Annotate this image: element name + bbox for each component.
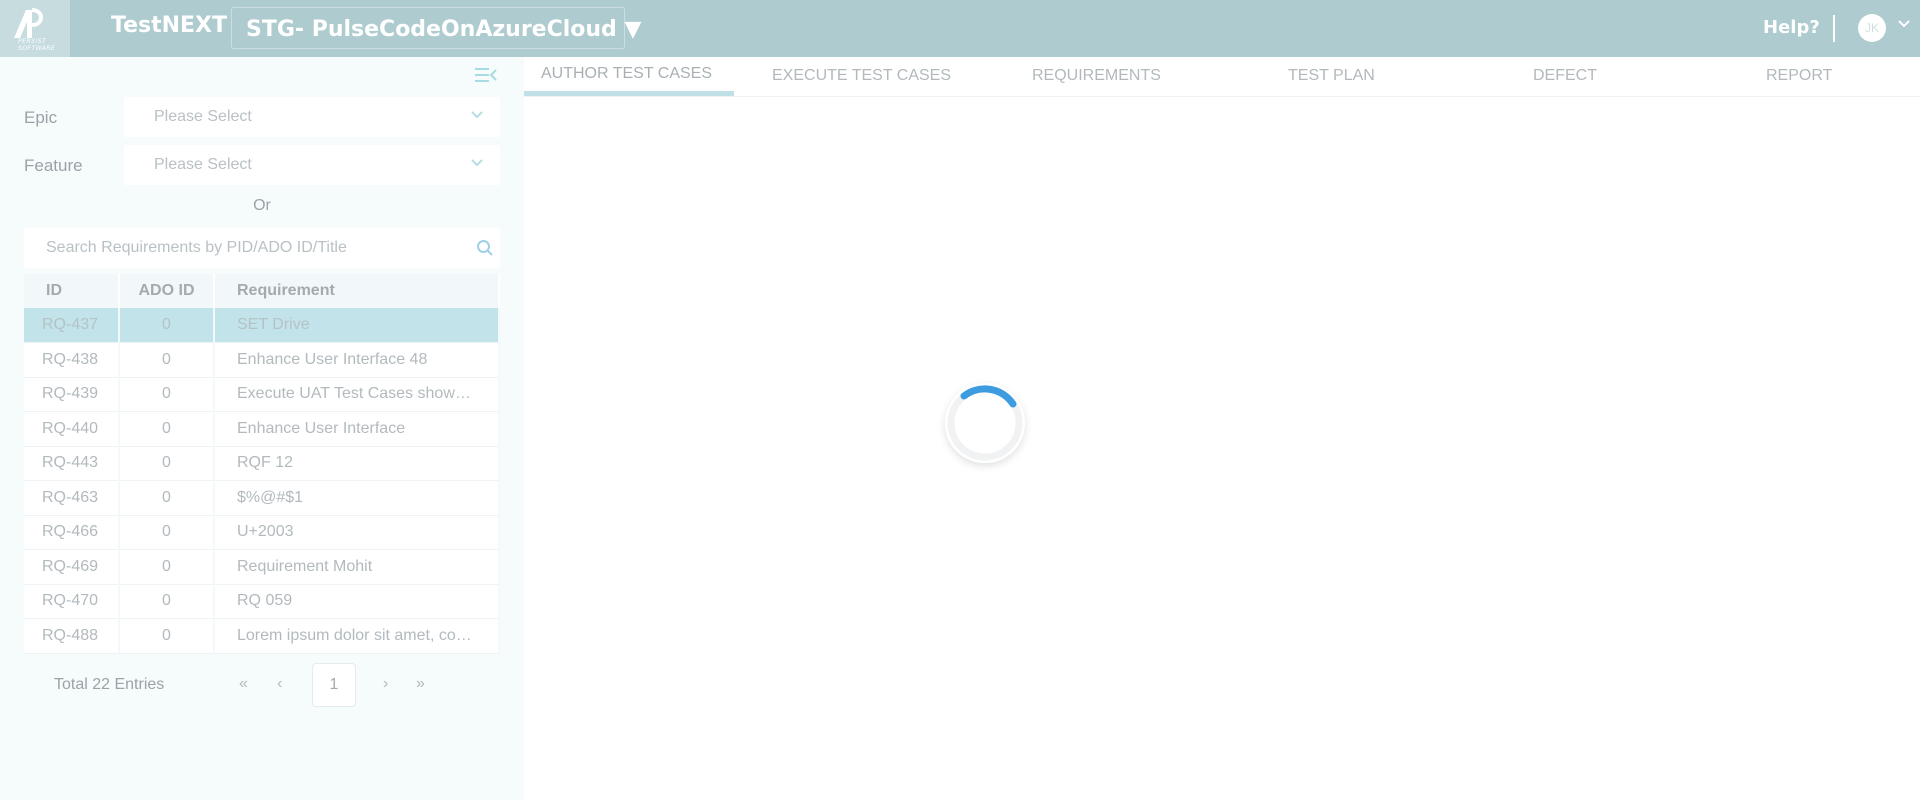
tab-defect[interactable]: DEFECT (1533, 67, 1597, 85)
cell-id: RQ-488 (24, 618, 120, 654)
last-page-button[interactable]: » (416, 675, 425, 693)
next-page-button[interactable]: › (383, 675, 388, 693)
feature-select[interactable]: Please Select (124, 145, 500, 185)
table-row[interactable]: RQ-470 0 RQ 059 (24, 584, 500, 619)
logo-mark-icon (14, 8, 43, 38)
cell-ado-id: 0 (119, 377, 215, 412)
main-tabs: AUTHOR TEST CASES EXECUTE TEST CASES REQ… (524, 57, 1920, 97)
chevron-down-icon (471, 159, 483, 167)
cell-ado-id: 0 (119, 584, 215, 619)
epic-label: Epic (24, 108, 58, 127)
or-divider-text: Or (253, 197, 271, 214)
chevron-down-icon (471, 111, 483, 119)
cell-id: RQ-440 (24, 411, 120, 447)
collapse-menu-icon[interactable] (474, 67, 498, 85)
table-row[interactable]: RQ-488 0 Lorem ipsum dolor sit amet, co… (24, 618, 500, 654)
prev-page-button[interactable]: ‹ (277, 675, 282, 693)
help-link[interactable]: Help? (1763, 17, 1820, 38)
cell-id: RQ-463 (24, 480, 120, 516)
cell-requirement: SET Drive (214, 308, 500, 343)
user-avatar[interactable]: JK (1858, 14, 1886, 42)
cell-id: RQ-439 (24, 377, 120, 412)
cell-ado-id: 0 (119, 342, 215, 378)
cell-ado-id: 0 (119, 480, 215, 516)
tab-execute-test-cases[interactable]: EXECUTE TEST CASES (772, 67, 951, 85)
active-tab-indicator (524, 91, 734, 96)
table-header-row: ID ADO ID Requirement (24, 274, 500, 308)
app-name: TestNEXT (111, 13, 228, 38)
cell-requirement: $%@#$1 (214, 480, 500, 516)
project-selector[interactable]: STG- PulseCodeOnAzureCloud ▼ (231, 7, 641, 49)
feature-placeholder: Please Select (154, 156, 252, 173)
header-divider (1833, 15, 1835, 42)
company-logo[interactable]: PERSIST SOFTWARE (0, 0, 70, 57)
cell-ado-id: 0 (119, 549, 215, 585)
cell-ado-id: 0 (119, 618, 215, 654)
feature-label: Feature (24, 156, 83, 175)
cell-requirement: Lorem ipsum dolor sit amet, co… (214, 618, 500, 654)
tab-test-plan[interactable]: TEST PLAN (1288, 67, 1375, 85)
cell-requirement: Execute UAT Test Cases show… (214, 377, 500, 412)
cell-ado-id: 0 (119, 446, 215, 481)
current-page[interactable]: 1 (312, 663, 356, 707)
cell-id: RQ-437 (24, 308, 120, 343)
table-row[interactable]: RQ-443 0 RQF 12 (24, 446, 500, 481)
table-row[interactable]: RQ-440 0 Enhance User Interface (24, 411, 500, 447)
main-content (524, 97, 1920, 800)
requirements-search-input[interactable]: Search Requirements by PID/ADO ID/Title (24, 228, 500, 268)
table-row[interactable]: RQ-437 0 SET Drive (24, 308, 500, 343)
cell-id: RQ-466 (24, 515, 120, 550)
logo-text: PERSIST SOFTWARE (18, 38, 56, 52)
tab-requirements[interactable]: REQUIREMENTS (1032, 67, 1161, 85)
column-header-requirement[interactable]: Requirement (214, 274, 500, 308)
cell-ado-id: 0 (119, 515, 215, 550)
total-entries: Total 22 Entries (54, 676, 165, 693)
cell-requirement: RQF 12 (214, 446, 500, 481)
requirements-sidebar: Epic Please Select Feature Please Select… (0, 57, 524, 800)
epic-select[interactable]: Please Select (124, 97, 500, 137)
cell-requirement: Requirement Mohit (214, 549, 500, 585)
tab-author-test-cases[interactable]: AUTHOR TEST CASES (541, 65, 712, 83)
column-header-ado-id[interactable]: ADO ID (119, 274, 215, 308)
loading-spinner-icon (945, 383, 1025, 463)
cell-id: RQ-470 (24, 584, 120, 619)
table-row[interactable]: RQ-463 0 $%@#$1 (24, 480, 500, 516)
chevron-down-icon[interactable] (1897, 19, 1911, 29)
pagination: Total 22 Entries « ‹ 1 › » (0, 663, 524, 707)
first-page-button[interactable]: « (239, 675, 248, 693)
cell-requirement: U+2003 (214, 515, 500, 550)
cell-requirement: Enhance User Interface (214, 411, 500, 447)
top-header: PERSIST SOFTWARE TestNEXT STG- PulseCode… (0, 0, 1920, 57)
cell-requirement: Enhance User Interface 48 (214, 342, 500, 378)
cell-id: RQ-443 (24, 446, 120, 481)
table-row[interactable]: RQ-469 0 Requirement Mohit (24, 549, 500, 585)
cell-ado-id: 0 (119, 308, 215, 343)
table-row[interactable]: RQ-438 0 Enhance User Interface 48 (24, 342, 500, 378)
cell-id: RQ-438 (24, 342, 120, 378)
table-row[interactable]: RQ-466 0 U+2003 (24, 515, 500, 550)
epic-placeholder: Please Select (154, 108, 252, 125)
cell-ado-id: 0 (119, 411, 215, 447)
column-header-id[interactable]: ID (24, 274, 120, 308)
tab-report[interactable]: REPORT (1766, 67, 1832, 85)
search-placeholder: Search Requirements by PID/ADO ID/Title (46, 239, 347, 256)
requirements-table: ID ADO ID Requirement RQ-437 0 SET Drive RQ… (24, 274, 500, 654)
cell-requirement: RQ 059 (214, 584, 500, 619)
table-row[interactable]: RQ-439 0 Execute UAT Test Cases show… (24, 377, 500, 412)
search-icon[interactable] (476, 239, 494, 257)
cell-id: RQ-469 (24, 549, 120, 585)
